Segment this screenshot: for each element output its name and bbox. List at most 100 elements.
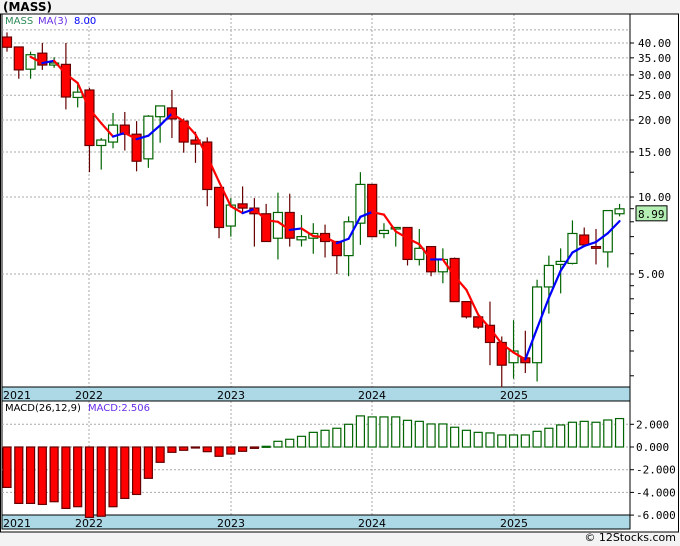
macd-bar [591,421,601,448]
legend-symbol: MASS [5,16,33,27]
candle [425,245,437,277]
price-date-axis: 2021 2022 2023 2024 2025 [1,386,631,402]
candle-body [213,186,225,229]
year-label: 2025 [500,389,528,402]
macd-bar [556,424,566,448]
candle-body [543,264,554,288]
candle-body [13,46,24,71]
ma-line-segment [288,227,303,232]
macd-legend-name: MACD(26,12,9) [5,403,81,414]
candle-body [296,236,307,241]
macd-bar [37,446,47,506]
macd-legend-value: MACD:2.506 [88,403,150,414]
macd-bar [202,446,212,453]
macd-bar [49,446,59,503]
macd-bar [567,421,578,448]
macd-bar [579,420,589,448]
candle-body [272,211,284,239]
macd-bar [25,446,36,505]
macd-bar [2,446,12,489]
candle-body [614,208,625,215]
macd-bar [332,427,342,448]
price-tick-label: 15.00 [638,146,671,159]
macd-bar [155,446,165,463]
macd-bar [296,435,307,448]
candle-body [84,89,95,147]
candle-body [378,229,390,235]
year-label: 2024 [358,389,386,402]
macd-bar [544,427,554,448]
macd-bar [379,416,389,448]
candle-body [1,36,13,48]
macd-bar [226,446,236,455]
candle-body [72,91,83,99]
ma-line-segment [312,234,327,239]
price-tick-label: 20.00 [638,114,671,127]
macd-bar [450,426,460,448]
price-tick-label: 25.00 [638,89,671,102]
candle [402,226,413,266]
macd-bar [391,416,401,448]
candle-body [402,226,413,261]
last-price-label: 8.99 [638,208,665,221]
macd-bar [426,423,436,448]
macd-bar [473,431,483,448]
year-label: 2023 [217,389,245,402]
macd-bar [614,417,625,448]
price-tick-label: 5.00 [638,268,665,281]
year-label: 2021 [3,517,31,530]
price-tick-label: 30.00 [638,69,671,82]
copyright-footer: © 12Stocks.com [584,531,676,544]
macd-bar [143,446,153,479]
year-label: 2024 [358,517,386,530]
price-tick-label: 40.00 [638,37,671,50]
macd-bar [249,446,259,449]
stock-chart: 40.00 35.00 30.00 25.00 20.00 15.00 10.00 5.00 2… [0,13,680,533]
macd-bar [238,446,248,452]
macd-bar [497,434,507,448]
macd-bar [367,416,377,448]
macd-bar [485,432,495,448]
candle-body [284,211,295,239]
macd-bar [603,419,613,448]
macd-bar [520,434,530,448]
candle [367,183,378,238]
candle-body [237,203,248,209]
year-label: 2025 [500,517,528,530]
macd-bar [73,446,83,508]
macd-bar [167,446,177,453]
legend-ma-value: 8.00 [74,16,96,27]
macd-bar [344,423,354,448]
candle-body [461,301,472,318]
macd-bar [402,419,413,448]
candle [461,301,472,319]
macd-tick-label: -2.000 [636,464,676,477]
macd-bar [508,434,519,448]
macd-bar [273,440,283,448]
macd-tick-label: -6.000 [636,509,676,522]
macd-bar [96,446,106,517]
macd-bar [179,446,189,451]
year-label: 2023 [217,517,245,530]
macd-bar [414,420,424,448]
candle-body [590,245,602,249]
macd-bar [131,446,142,496]
macd-date-axis: 2021 2022 2023 2024 2025 [1,514,631,530]
macd-bar [355,415,365,448]
macd-bar [84,446,95,518]
macd-panel [1,400,631,516]
macd-bar [285,438,295,448]
price-tick-label: 10.00 [638,191,671,204]
year-label: 2022 [75,389,103,402]
macd-bar [320,429,330,448]
macd-tick-label: -4.000 [636,486,676,499]
macd-bar [261,445,271,448]
macd-bar [61,446,71,510]
price-tick-label: 35.00 [638,52,671,65]
macd-bar [214,446,224,457]
year-label: 2022 [75,517,103,530]
macd-bar [14,446,24,505]
macd-bar [120,446,130,500]
candle-body [531,286,543,364]
macd-bar [532,430,542,448]
